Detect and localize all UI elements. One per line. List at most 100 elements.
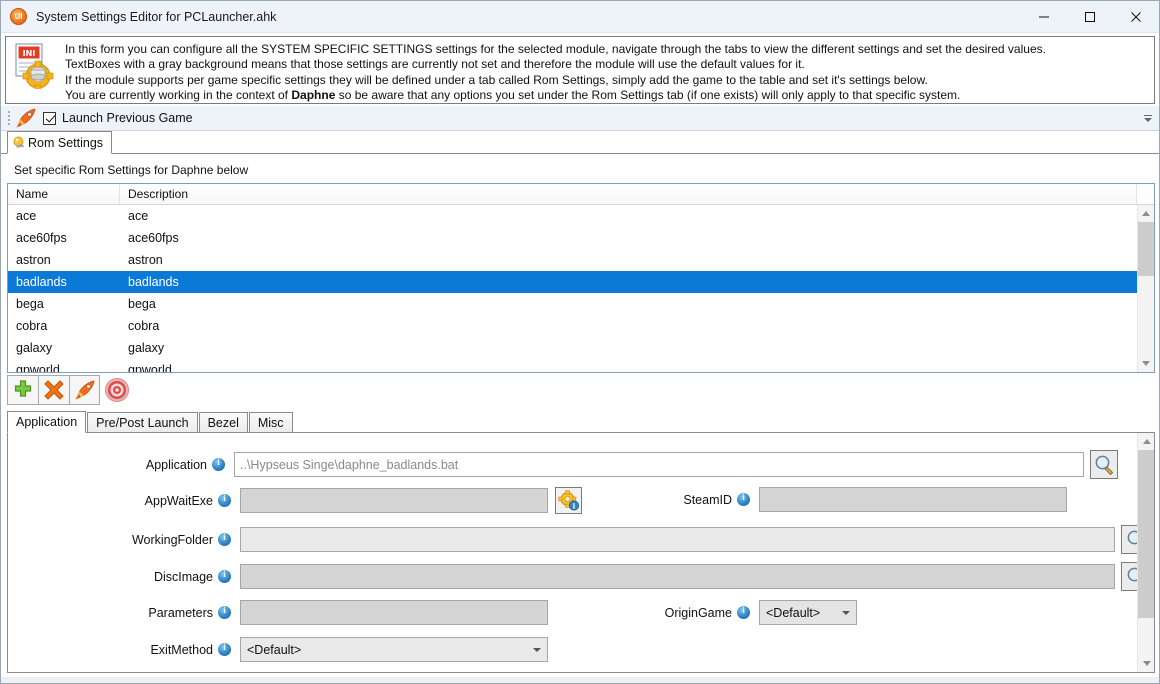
origingame-value: <Default> (766, 605, 821, 620)
info-text: In this form you can configure all the S… (65, 41, 1046, 104)
workingfolder-input[interactable] (240, 527, 1115, 552)
column-header-name[interactable]: Name (8, 184, 120, 204)
scrollbar-thumb[interactable] (1138, 222, 1154, 276)
info-icon[interactable] (737, 492, 750, 506)
application-browse-button[interactable] (1089, 450, 1119, 479)
scroll-down-icon[interactable] (1138, 355, 1155, 372)
steamid-input[interactable] (759, 487, 1067, 512)
field-origingame: OriginGame <Default> (648, 600, 857, 625)
tab-application[interactable]: Application (7, 411, 87, 433)
application-input[interactable]: ..\Hypseus Singe\daphne_badlands.bat (234, 452, 1084, 477)
info-icon[interactable] (218, 605, 231, 619)
table-row[interactable]: astron astron (8, 249, 1137, 271)
info-line-1: In this form you can configure all the S… (65, 42, 1046, 56)
tab-misc[interactable]: Misc (248, 412, 293, 433)
scrollbar-thumb[interactable] (1138, 450, 1154, 618)
grid-rows: ace ace ace60fps ace60fps astron astron … (8, 205, 1137, 372)
table-row[interactable]: gpworld gpworld (8, 359, 1137, 372)
info-line-2: TextBoxes with a gray background means t… (65, 57, 805, 72)
checkbox-label: Launch Previous Game (62, 111, 193, 125)
info-line-3: If the module supports per game specific… (65, 72, 928, 87)
table-row[interactable]: bega bega (8, 293, 1137, 315)
field-appwaitexe: AppWaitExe i (8, 487, 582, 514)
appwaitexe-gear-button[interactable]: i (555, 487, 582, 514)
appwaitexe-input[interactable] (240, 488, 548, 513)
cell-name: gpworld (16, 363, 60, 372)
cell-description: gpworld (128, 363, 172, 372)
cell-description: ace60fps (128, 231, 179, 245)
drag-grip[interactable] (5, 110, 13, 126)
info-icon[interactable] (218, 532, 231, 546)
discimage-input[interactable] (240, 564, 1115, 589)
info-icon[interactable] (218, 642, 231, 656)
table-row[interactable]: galaxy galaxy (8, 337, 1137, 359)
field-discimage-label: DiscImage (153, 569, 213, 584)
close-icon[interactable] (1113, 1, 1159, 33)
checkbox-box[interactable] (43, 111, 56, 125)
delete-rom-button[interactable] (38, 374, 69, 405)
application-tab-panel: Application ..\Hypseus Singe\daphne_badl… (7, 433, 1155, 673)
table-row[interactable]: ace60fps ace60fps (8, 227, 1137, 249)
exitmethod-value: <Default> (247, 642, 302, 657)
tab-bezel[interactable]: Bezel (198, 412, 248, 433)
title-bar: System Settings Editor for PCLauncher.ah… (1, 1, 1159, 33)
field-workingfolder-label: WorkingFolder (131, 532, 213, 547)
tab-bezel-label: Bezel (207, 415, 239, 430)
field-workingfolder: WorkingFolder (8, 525, 1150, 554)
field-parameters-label: Parameters (148, 605, 213, 620)
minimize-icon[interactable] (1021, 1, 1067, 33)
settings-tabs: Application Pre/Post Launch Bezel Misc A… (7, 411, 1155, 673)
scroll-down-icon[interactable] (1138, 655, 1154, 672)
info-icon[interactable] (737, 605, 750, 619)
info-banner: INI In this form you can configure all t… (5, 36, 1155, 104)
svg-text:INI: INI (23, 49, 36, 58)
cell-description: cobra (128, 319, 160, 333)
target-button[interactable] (100, 375, 134, 405)
launch-previous-game-checkbox[interactable]: Launch Previous Game (43, 111, 193, 125)
tab-rom-settings-label: Rom Settings (28, 135, 104, 150)
cell-name: bega (16, 297, 44, 311)
table-row-selected[interactable]: badlands badlands (8, 271, 1137, 293)
tab-pre-post-launch[interactable]: Pre/Post Launch (87, 412, 198, 433)
field-parameters: Parameters (8, 600, 548, 625)
exitmethod-select[interactable]: <Default> (240, 637, 548, 662)
ini-file-gear-icon: INI (13, 43, 59, 92)
window-controls (1021, 1, 1159, 33)
cell-name: cobra (16, 319, 48, 333)
toolbar-overflow-icon[interactable] (1142, 111, 1154, 125)
application-form: Application ..\Hypseus Singe\daphne_badl… (8, 433, 1150, 672)
launch-rom-button[interactable] (69, 374, 100, 405)
tab-rom-settings[interactable]: Rom Settings (7, 131, 113, 154)
info-icon[interactable] (212, 457, 226, 471)
grid-scrollbar[interactable] (1137, 205, 1154, 372)
table-row[interactable]: ace ace (8, 205, 1137, 227)
origingame-select[interactable]: <Default> (759, 600, 857, 625)
scroll-up-icon[interactable] (1138, 433, 1154, 450)
column-header-description[interactable]: Description (120, 184, 1137, 204)
field-steamid-label: SteamID (683, 492, 732, 507)
info-icon[interactable] (218, 569, 231, 583)
field-exitmethod: ExitMethod <Default> (8, 637, 548, 662)
table-row[interactable]: cobra cobra (8, 315, 1137, 337)
add-rom-button[interactable] (7, 374, 38, 405)
cell-name: astron (16, 253, 51, 267)
cell-description: galaxy (128, 341, 165, 355)
tab-application-label: Application (16, 415, 78, 429)
scroll-up-icon[interactable] (1138, 205, 1155, 222)
field-application: Application ..\Hypseus Singe\daphne_badl… (8, 450, 1119, 479)
cell-name: ace (16, 209, 37, 223)
form-scrollbar[interactable] (1137, 433, 1154, 672)
tab-pre-post-launch-label: Pre/Post Launch (96, 415, 189, 430)
cell-description: astron (128, 253, 163, 267)
parameters-input[interactable] (240, 600, 548, 625)
cell-description: badlands (128, 275, 179, 289)
bottom-tab-strip: Application Pre/Post Launch Bezel Misc (7, 411, 1155, 433)
chevron-down-icon (842, 610, 850, 615)
maximize-icon[interactable] (1067, 1, 1113, 33)
cell-description: ace (128, 209, 149, 223)
info-icon[interactable] (218, 493, 231, 507)
field-discimage: DiscImage (8, 562, 1150, 591)
chevron-down-icon (533, 647, 541, 652)
field-exitmethod-label: ExitMethod (150, 642, 213, 657)
rocket-icon (15, 108, 37, 128)
